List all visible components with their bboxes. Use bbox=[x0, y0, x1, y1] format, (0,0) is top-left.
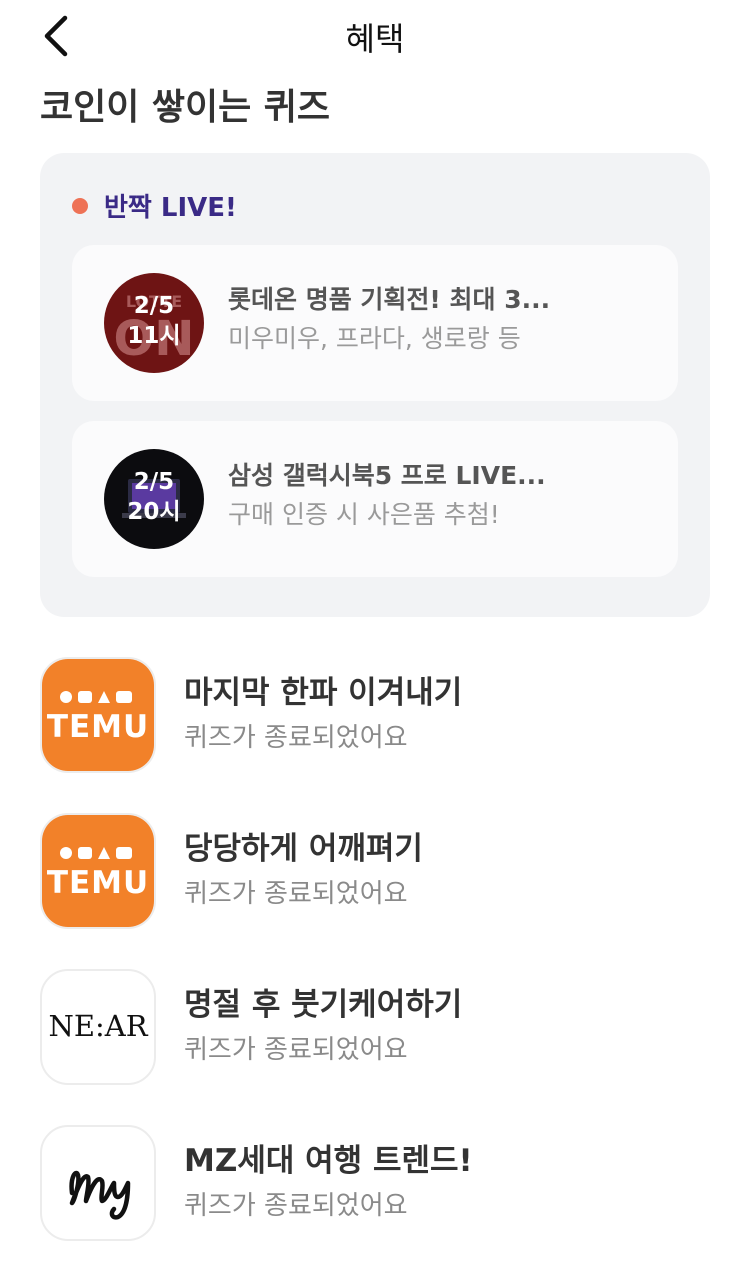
temu-icons bbox=[60, 691, 132, 703]
live-time: 11시 bbox=[127, 323, 181, 349]
quiz-status: 퀴즈가 종료되었어요 bbox=[184, 1191, 408, 1221]
quiz-status: 퀴즈가 종료되었어요 bbox=[184, 1035, 408, 1065]
quiz-title: 마지막 한파 이겨내기 bbox=[184, 675, 463, 711]
live-item-subtitle: 미우미우, 프라다, 생로랑 등 bbox=[228, 324, 521, 353]
live-date: 2/5 bbox=[133, 293, 175, 319]
live-item-lotte[interactable]: LOTTE ON 2/5 11시 롯데온 명품 기획전! 최대 3... 미우미… bbox=[72, 245, 678, 401]
live-label: 반짝 LIVE! bbox=[104, 193, 237, 223]
live-item-title: 롯데온 명품 기획전! 최대 3... bbox=[228, 285, 551, 314]
live-item-samsung[interactable]: 2/5 20시 삼성 갤럭시북5 프로 LIVE... 구매 인증 시 사은품 … bbox=[72, 421, 678, 577]
near-logo-text: NE:AR bbox=[48, 1009, 148, 1043]
quiz-item[interactable]: TEMU 마지막 한파 이겨내기 퀴즈가 종료되었어요 bbox=[40, 657, 710, 773]
temu-icons bbox=[60, 847, 132, 859]
page-title: 혜택 bbox=[345, 20, 405, 58]
live-card: 반짝 LIVE! LOTTE ON 2/5 11시 롯데온 명품 기획전! 최대… bbox=[40, 153, 710, 617]
lotte-on-thumbnail: LOTTE ON 2/5 11시 bbox=[104, 273, 204, 373]
quiz-title: MZ세대 여행 트렌드! bbox=[184, 1143, 473, 1179]
section-title: 코인이 쌓이는 퀴즈 bbox=[40, 87, 331, 128]
live-time: 20시 bbox=[127, 499, 181, 525]
my-script-logo bbox=[69, 1170, 131, 1220]
temu-logo-text: TEMU bbox=[46, 865, 150, 901]
quiz-item[interactable]: NE:AR 명절 후 붓기케어하기 퀴즈가 종료되었어요 bbox=[40, 969, 710, 1085]
quiz-item[interactable]: TEMU 당당하게 어깨펴기 퀴즈가 종료되었어요 bbox=[40, 813, 710, 929]
quiz-item[interactable]: MZ세대 여행 트렌드! 퀴즈가 종료되었어요 bbox=[40, 1125, 710, 1241]
galaxy-book-thumbnail: 2/5 20시 bbox=[104, 449, 204, 549]
live-date: 2/5 bbox=[133, 469, 175, 495]
my-logo bbox=[40, 1125, 156, 1241]
live-dot-icon bbox=[72, 197, 88, 214]
live-item-title: 삼성 갤럭시북5 프로 LIVE... bbox=[228, 461, 546, 490]
quiz-status: 퀴즈가 종료되었어요 bbox=[184, 879, 408, 909]
live-item-subtitle: 구매 인증 시 사은품 추첨! bbox=[228, 500, 500, 529]
header-bar: 혜택 bbox=[0, 0, 750, 72]
live-label-row: 반짝 LIVE! bbox=[72, 187, 237, 224]
near-logo: NE:AR bbox=[40, 969, 156, 1085]
quiz-title: 명절 후 붓기케어하기 bbox=[184, 987, 463, 1023]
temu-logo-text: TEMU bbox=[46, 709, 150, 745]
quiz-status: 퀴즈가 종료되었어요 bbox=[184, 723, 408, 753]
quiz-title: 당당하게 어깨펴기 bbox=[184, 831, 423, 867]
temu-logo: TEMU bbox=[40, 813, 156, 929]
temu-logo: TEMU bbox=[40, 657, 156, 773]
